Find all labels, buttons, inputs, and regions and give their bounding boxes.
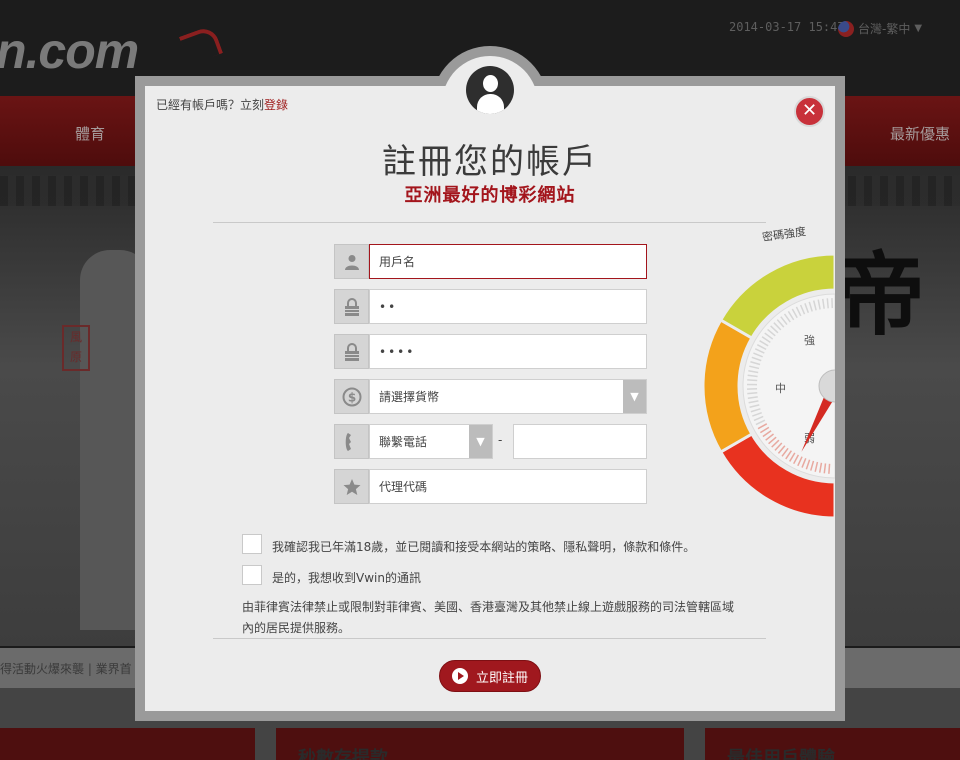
modal-title: 註冊您的帳戶 xyxy=(382,142,598,182)
modal-subtitle: 亞洲最好的博彩網站 xyxy=(404,185,576,206)
agent-code-input[interactable] xyxy=(369,469,647,504)
legal-notice: 由菲律賓法律禁止或限制對菲律賓、美國、香港臺灣及其他禁止線上遊戲服務的司法管轄區… xyxy=(242,600,735,635)
play-icon xyxy=(451,668,468,684)
gauge-tick xyxy=(826,298,829,309)
gauge-tick xyxy=(828,463,831,474)
phone-number-input[interactable] xyxy=(513,424,647,459)
site-logo[interactable]: n.com xyxy=(0,22,139,80)
username-input[interactable] xyxy=(369,244,647,279)
register-button-label: 立即註冊 xyxy=(475,670,528,686)
svg-text:$: $ xyxy=(347,390,355,404)
phone-separator: - xyxy=(498,433,503,447)
gauge-tick xyxy=(747,379,758,382)
password-input[interactable] xyxy=(369,289,647,324)
newsletter-label: 是的，我想收到Vwin的通訊 xyxy=(272,571,421,585)
gauge-mark-medium: 中 xyxy=(775,382,786,395)
star-icon xyxy=(334,469,369,504)
chevron-down-icon[interactable]: ▼ xyxy=(623,380,646,413)
header-date: 2014-03-17 15:47 xyxy=(729,20,845,34)
taiwan-flag-icon xyxy=(838,20,854,37)
register-button[interactable]: 立即註冊 xyxy=(439,660,541,692)
currency-select[interactable]: 請選擇貨幣 ▼ xyxy=(369,379,647,414)
confirm-password-input[interactable] xyxy=(369,334,647,369)
login-prompt-text: 已經有帳戶嗎？立刻 xyxy=(156,98,265,112)
login-link[interactable]: 登錄 xyxy=(264,98,288,112)
banner-seal: 風 原 xyxy=(62,325,90,371)
gauge-mark-strong: 強 xyxy=(804,334,815,347)
divider xyxy=(213,638,766,639)
phone-code-value: 聯繫電話 xyxy=(379,435,428,449)
newsletter-checkbox[interactable] xyxy=(242,565,262,585)
password-strength-gauge: 強 中 弱 xyxy=(701,252,835,520)
nav-item-promotions[interactable]: 最新優惠 xyxy=(890,123,950,144)
gauge-tick xyxy=(747,392,758,395)
ticker-text[interactable]: 得活動火爆來襲 | 業界首 xyxy=(0,660,132,677)
region-label: 台灣-繁中 xyxy=(858,22,911,36)
currency-select-value: 請選擇貨幣 xyxy=(379,390,440,404)
user-avatar-icon xyxy=(466,66,514,114)
region-selector[interactable]: 台灣-繁中 ▼ xyxy=(838,20,922,37)
currency-icon: $ xyxy=(334,379,369,414)
age-confirm-checkbox[interactable] xyxy=(242,534,262,554)
feature-card-fast-deposit[interactable]: 秒數存提款 xyxy=(276,728,684,760)
banner-calligraphy: 帝 xyxy=(835,242,925,348)
feature-card-user-experience[interactable]: 最佳用戶體驗 xyxy=(705,728,960,760)
nav-item-sports[interactable]: 體育 xyxy=(75,123,105,144)
login-prompt: 已經有帳戶嗎？立刻登錄 xyxy=(156,96,288,113)
lock-icon xyxy=(334,289,369,324)
age-confirm-label: 我確認我已年滿18歲，並已閱讀和接受本網站的策略、隱私聲明，條款和條件。 xyxy=(272,540,696,554)
chevron-down-icon: ▼ xyxy=(914,23,923,34)
close-icon[interactable]: ✕ xyxy=(794,96,825,127)
user-icon xyxy=(334,244,369,279)
divider xyxy=(213,222,766,223)
feature-card-1[interactable] xyxy=(0,728,255,760)
chevron-down-icon[interactable]: ▼ xyxy=(469,425,492,458)
phone-icon xyxy=(334,424,369,459)
lock-icon xyxy=(334,334,369,369)
phone-code-select[interactable]: 聯繫電話 ▼ xyxy=(369,424,493,459)
